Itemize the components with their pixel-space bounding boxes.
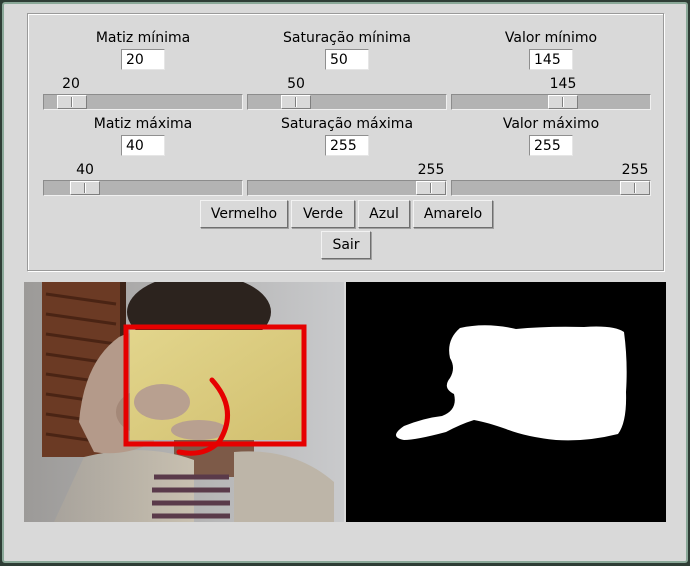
val-min-label: Valor mínimo — [504, 30, 598, 46]
sat-max-slider-value: 255 — [417, 162, 445, 178]
slider-handle[interactable] — [620, 181, 650, 195]
hue-min-slider[interactable] — [43, 94, 243, 110]
val-max-slider[interactable] — [451, 180, 651, 196]
hue-max-input[interactable] — [121, 135, 165, 156]
blue-button[interactable]: Azul — [358, 200, 410, 228]
hue-max-label: Matiz máxima — [93, 116, 193, 132]
val-max-input[interactable] — [529, 135, 573, 156]
sat-min-slider[interactable] — [247, 94, 447, 110]
val-min-input[interactable] — [529, 49, 573, 70]
sat-min-input[interactable] — [325, 49, 369, 70]
green-button[interactable]: Verde — [291, 200, 355, 228]
red-button[interactable]: Vermelho — [200, 200, 288, 228]
slider-handle[interactable] — [57, 95, 87, 109]
sat-max-input[interactable] — [325, 135, 369, 156]
hue-min-input[interactable] — [121, 49, 165, 70]
val-min-slider-value: 145 — [549, 76, 577, 92]
hue-max-slider[interactable] — [43, 180, 243, 196]
yellow-button[interactable]: Amarelo — [413, 200, 493, 228]
val-max-slider-value: 255 — [621, 162, 649, 178]
hue-min-slider-value: 20 — [62, 76, 80, 92]
hue-max-slider-value: 40 — [76, 162, 94, 178]
sat-max-slider[interactable] — [247, 180, 447, 196]
val-max-label: Valor máximo — [502, 116, 600, 132]
slider-handle[interactable] — [281, 95, 311, 109]
val-min-slider[interactable] — [451, 94, 651, 110]
quit-button[interactable]: Sair — [321, 231, 371, 259]
slider-handle[interactable] — [416, 181, 446, 195]
sat-min-label: Saturação mínima — [283, 30, 411, 46]
mask-view — [346, 282, 666, 522]
camera-feed — [24, 282, 344, 522]
slider-handle[interactable] — [70, 181, 100, 195]
slider-handle[interactable] — [548, 95, 578, 109]
sat-max-label: Saturação máxima — [280, 116, 414, 132]
hue-min-label: Matiz mínima — [95, 30, 191, 46]
sat-min-slider-value: 50 — [287, 76, 305, 92]
